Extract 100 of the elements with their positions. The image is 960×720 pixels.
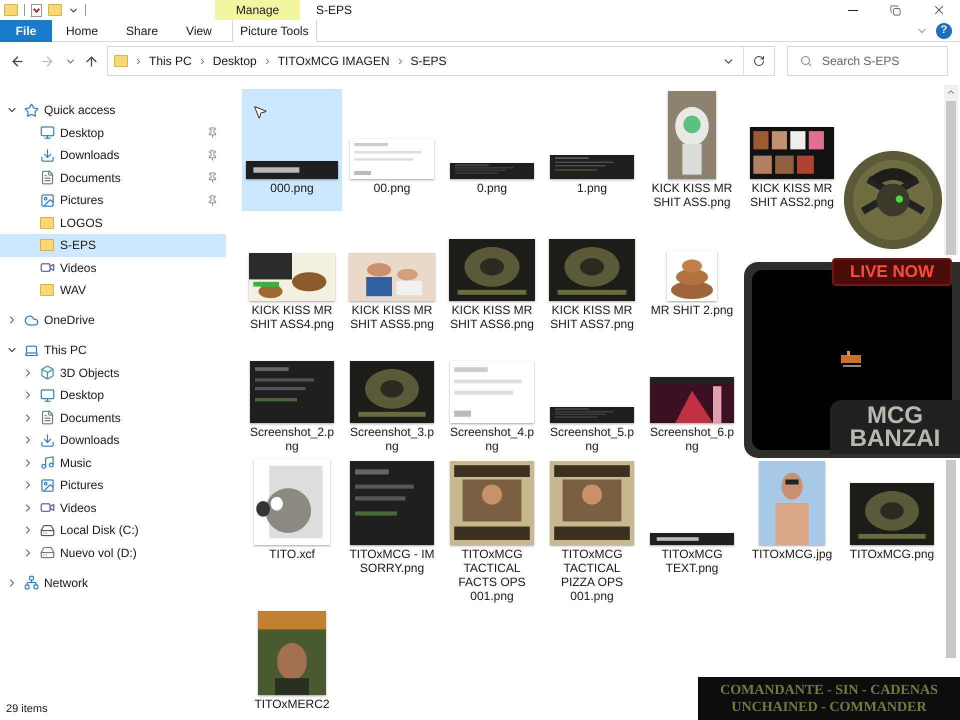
contextual-tab-header: Manage [215,0,300,20]
search-input[interactable]: Search S-EPS [822,52,922,70]
ribbon-tab[interactable]: Share [112,20,172,42]
sidebar-item[interactable]: 3D Objects [0,362,226,384]
breadcrumb-separator-icon [134,56,143,66]
banner-text: COMANDANTE - SIN - CADENAS [720,682,938,698]
scrollbar-thumb[interactable] [946,460,956,658]
sidebar-label: Music [60,454,92,472]
sidebar-item[interactable]: Desktop [0,122,226,144]
sidebar-item[interactable]: Desktop [0,384,226,406]
file-name: Screenshot_5.png [548,425,636,453]
music-icon [40,455,55,470]
pin-icon[interactable] [207,150,218,161]
mouse-cursor-icon [252,104,268,120]
sidebar-label: OneDrive [44,312,96,330]
folder-icon [40,216,54,229]
properties-icon[interactable] [31,4,42,16]
folder-icon [114,55,128,67]
file-name: TITOxMCG - IM SORRY.png [348,547,436,575]
sidebar-item[interactable]: Videos [0,256,226,279]
file-item[interactable]: 000.png [242,89,342,211]
sidebar-item[interactable]: S-EPS [0,234,226,256]
refresh-icon[interactable] [753,55,765,67]
ribbon-tab[interactable]: Picture Tools [232,20,317,42]
drive-icon [40,545,55,560]
monitor-icon [40,388,55,403]
ribbon-tab[interactable]: Home [52,20,112,42]
sidebar-item[interactable]: Music [0,452,226,474]
sidebar-label: Videos [60,260,98,277]
search-field[interactable]: Search S-EPS [787,46,948,76]
breadcrumb[interactable]: This PC [149,52,192,70]
sidebar-label: Quick access [44,102,116,120]
breadcrumb[interactable]: TITOxMCG IMAGEN [278,52,390,70]
pin-icon[interactable] [207,172,218,184]
computer-icon [24,342,39,358]
file-name: 000.png [269,181,315,195]
file-name: TITO.xcf [268,547,316,561]
file-name: KICK KISS MR SHIT ASS2.png [749,181,835,209]
sidebar-label: 3D Objects [60,364,120,382]
help-button[interactable]: ? [936,22,952,38]
sidebar-item[interactable]: This PC [0,339,226,362]
sidebar-item[interactable]: Documents [0,166,226,189]
sidebar-label: This PC [44,342,88,360]
document-icon [40,170,55,186]
sidebar-label: Downloads [60,432,120,450]
banner-text: UNCHAINED - COMMANDER [731,698,927,716]
window-title: S-EPS [316,2,352,19]
file-name: TITOxMCG.png [848,547,936,561]
sidebar-item[interactable]: WAV [0,279,226,302]
sidebar-item[interactable]: Network [0,572,226,594]
sidebar-label: Desktop [60,124,106,142]
breadcrumb[interactable]: S-EPS [410,52,447,70]
drive-icon [40,522,55,538]
scrollbar[interactable] [944,85,958,255]
ribbon-tab[interactable]: View [172,20,226,42]
sidebar-item[interactable]: Downloads [0,429,226,452]
breadcrumb[interactable]: Desktop [212,52,257,70]
sidebar-item[interactable]: Nuevo vol (D:) [0,542,226,564]
sidebar-label: WAV [60,282,87,300]
pin-icon[interactable] [207,194,218,206]
sidebar-item[interactable]: Pictures [0,189,226,212]
brand-text: BANZAI [850,427,940,450]
sidebar-label: Local Disk (C:) [60,522,140,540]
ribbon-tab[interactable]: File [0,20,52,42]
sidebar-item[interactable]: Quick access [0,99,226,122]
file-name: KICK KISS MR SHIT ASS4.png [249,303,335,331]
file-name: MR SHIT 2.png [650,303,734,317]
file-name: 1.png [576,181,608,195]
sidebar-label: Pictures [60,192,104,210]
search-icon [800,55,812,67]
pin-icon[interactable] [207,127,218,138]
folder-icon [40,284,54,296]
file-name: 0.png [476,181,508,195]
sidebar-item[interactable]: OneDrive [0,309,226,332]
star-icon [24,102,39,118]
sidebar-item[interactable]: Downloads [0,144,226,166]
address-bar[interactable]: This PC Desktop TITOxMCG IMAGEN S-EPS [107,46,775,76]
sidebar-label: Videos [60,500,98,517]
file-name: KICK KISS MR SHIT ASS.png [650,181,734,209]
network-icon [24,575,39,590]
sidebar-label: Nuevo vol (D:) [60,544,138,562]
sidebar-label: Documents [60,170,122,187]
brand-text: MCG [867,404,923,427]
cloud-icon [24,312,39,328]
sidebar-label: Network [44,574,90,592]
image-icon [40,478,55,493]
monitor-icon [40,125,55,140]
sidebar-item[interactable]: Videos [0,496,226,519]
sidebar-label: Desktop [60,387,106,404]
document-icon [40,410,55,426]
file-name: 00.png [372,181,412,195]
sidebar-item[interactable]: Local Disk (C:) [0,519,226,542]
sidebar-item[interactable]: LOGOS [0,212,226,234]
file-name: TITOxMCG TACTICAL PIZZA OPS 001.png [560,547,624,603]
cube-icon [40,365,55,380]
sidebar-item[interactable]: Documents [0,406,226,429]
file-name: TITOxMCG TACTICAL FACTS OPS 001.png [457,547,527,603]
sidebar-item[interactable]: Pictures [0,474,226,496]
sidebar-label: Documents [60,410,122,427]
image-icon [40,192,55,208]
